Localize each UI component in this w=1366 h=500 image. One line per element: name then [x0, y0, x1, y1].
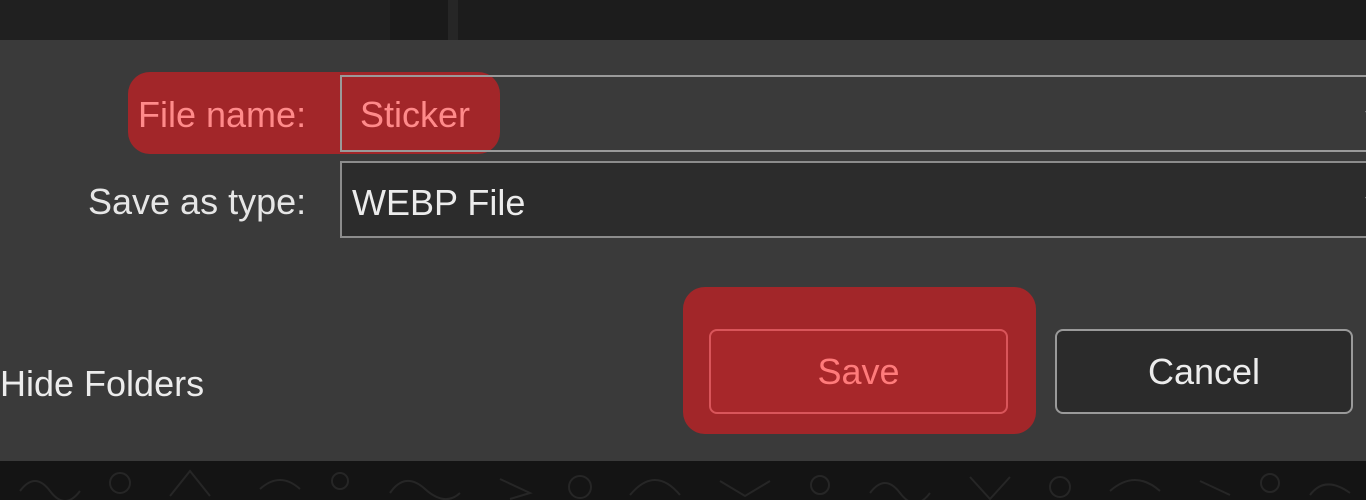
cancel-button[interactable]: Cancel [1055, 329, 1353, 414]
file-name-input[interactable]: Sticker [360, 97, 470, 133]
hide-folders-button[interactable]: Hide Folders [0, 366, 204, 402]
background-panel [458, 0, 1366, 40]
wallpaper-doodles [19, 469, 1351, 500]
background-panel [390, 0, 448, 40]
file-name-field[interactable]: Sticker [340, 75, 1366, 152]
save-as-type-label: Save as type: [88, 181, 307, 222]
background-panel [0, 0, 390, 40]
cancel-button-label: Cancel [1147, 351, 1261, 392]
background-window-strip [0, 0, 1366, 40]
save-as-type-dropdown[interactable]: WEBP File [340, 161, 1366, 238]
background-divider [448, 0, 458, 40]
desktop-wallpaper [0, 461, 1366, 500]
save-dialog-footer: File name: Sticker Save as type: WEBP Fi… [0, 40, 1366, 461]
save-button-label: Save [817, 351, 900, 392]
file-name-label: File name: [138, 94, 307, 135]
save-button[interactable]: Save [709, 329, 1008, 414]
save-as-type-value: WEBP File [352, 182, 526, 223]
screenshot-root: File name: Sticker Save as type: WEBP Fi… [0, 0, 1366, 500]
